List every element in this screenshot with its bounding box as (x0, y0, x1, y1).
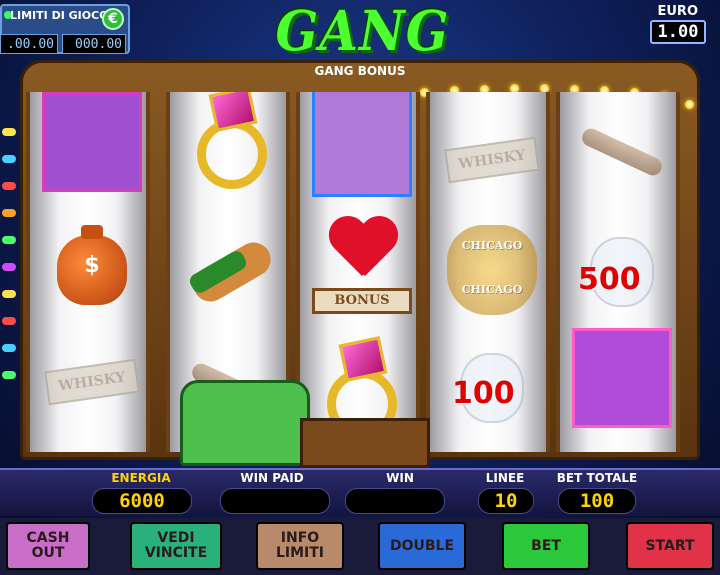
reel-1: $ WHISKY (26, 92, 150, 452)
ring-icon (197, 92, 267, 189)
payline-light-icon (2, 209, 16, 217)
sandwich-symbol (178, 222, 286, 322)
vedi-vincite-button[interactable]: VEDI VINCITE (130, 522, 222, 570)
info-limiti-button[interactable]: INFO LIMITI (256, 522, 344, 570)
game-screen: LIMITI DI GIOCO € .00.00 000.00 GANG BON… (0, 0, 720, 575)
dollar-sign: $ (84, 253, 100, 278)
payline-light-icon (2, 128, 16, 136)
sheriff-badge-icon: CHICAGO CHICAGO (447, 225, 537, 315)
frame-label: GANG BONUS (314, 64, 406, 78)
currency-value[interactable]: 1.00 (650, 20, 706, 44)
bet-totale-value: 100 (558, 488, 636, 514)
bag-knot (81, 225, 103, 239)
linee-value: 10 (478, 488, 534, 514)
limits-panel[interactable]: LIMITI DI GIOCO € .00.00 000.00 (0, 4, 130, 54)
cash-out-button[interactable]: CASH OUT (6, 522, 90, 570)
energia-label: ENERGIA (111, 471, 171, 485)
whisky-label: WHISKY (444, 136, 540, 184)
whisky-symbol: WHISKY (438, 110, 546, 210)
linee-label: LINEE (485, 471, 525, 485)
bonus-label: BONUS (312, 288, 412, 314)
gangster-icon (572, 328, 672, 428)
truck-cab-icon (180, 380, 310, 466)
win-paid-value (220, 488, 330, 514)
payline-light-icon (2, 317, 16, 325)
bulb-icon (685, 100, 694, 109)
reel-3: BONUS (296, 92, 420, 452)
ring-symbol (178, 92, 286, 194)
money-bag-symbol: $ (38, 220, 146, 320)
badge-top-text: CHICAGO (461, 239, 523, 252)
double-button[interactable]: DOUBLE (378, 522, 466, 570)
whisky-symbol: WHISKY (38, 332, 146, 432)
win-value (345, 488, 445, 514)
payline-light-icon (2, 263, 16, 271)
payline-light-icon (2, 182, 16, 190)
payline-light-icon (2, 290, 16, 298)
bonus-symbol: BONUS (308, 216, 416, 316)
truck-bed-icon (300, 418, 430, 468)
cigar-symbol (568, 102, 676, 202)
payline-light-icon (2, 344, 16, 352)
button-row: CASH OUT VEDI VINCITE INFO LIMITI DOUBLE… (0, 518, 720, 575)
payline-light-icon (2, 371, 16, 379)
lady-icon (312, 92, 412, 197)
gangster-symbol (38, 92, 146, 192)
prize-100: 100 (452, 376, 515, 411)
whisky-label: WHISKY (44, 358, 140, 406)
badge-bottom-text: CHICAGO (461, 283, 523, 296)
gangster-symbol (568, 328, 676, 428)
cigar-icon (579, 125, 665, 179)
limits-value-a: .00.00 (0, 34, 58, 54)
limits-title: LIMITI DI GIOCO (10, 9, 109, 22)
payline-light-icon (2, 236, 16, 244)
prize-500: 500 (578, 262, 641, 297)
bet-totale-label: BET TOTALE (556, 471, 638, 485)
start-button[interactable]: START (626, 522, 714, 570)
money-bag-icon: $ (57, 225, 127, 305)
win-paid-label: WIN PAID (240, 471, 304, 485)
gem-icon (338, 336, 388, 382)
heart-icon (327, 218, 397, 288)
euro-coin-icon: € (102, 8, 124, 30)
bet-button[interactable]: BET (502, 522, 590, 570)
currency-label: EURO (657, 4, 699, 19)
lady-symbol (308, 92, 416, 197)
gangster-icon (42, 92, 142, 192)
badge-symbol: CHICAGO CHICAGO (438, 220, 546, 320)
gem-icon (208, 92, 258, 132)
energia-value: 6000 (92, 488, 192, 514)
win-label: WIN (386, 471, 414, 485)
payline-light-icon (2, 155, 16, 163)
limits-value-b: 000.00 (62, 34, 126, 54)
